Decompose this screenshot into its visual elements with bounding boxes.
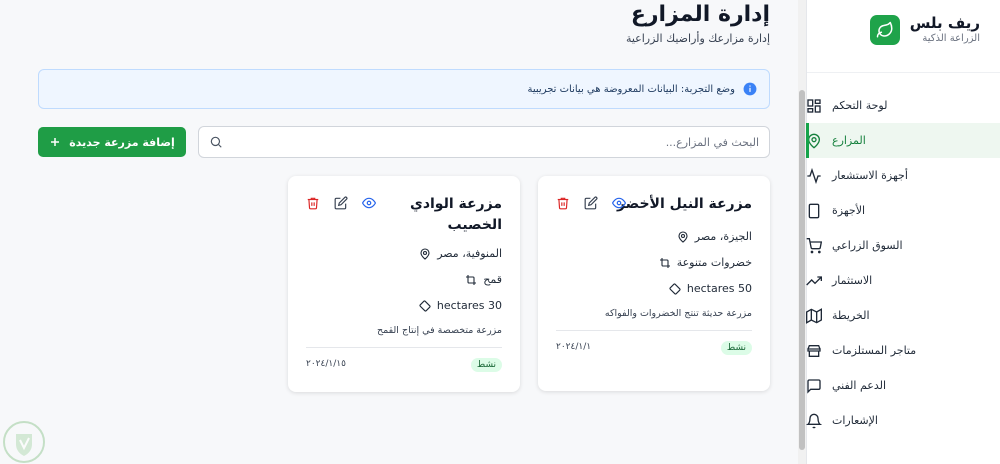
add-farm-label: إضافة مزرعة جديدة bbox=[69, 135, 175, 149]
edit-icon[interactable] bbox=[334, 196, 348, 210]
cart-icon bbox=[806, 237, 822, 254]
bell-icon bbox=[806, 413, 822, 429]
card-actions bbox=[306, 196, 376, 210]
sidebar-item-label: الاستثمار bbox=[832, 274, 873, 287]
sidebar-item-dashboard[interactable]: لوحة التحكم bbox=[806, 88, 1000, 123]
sidebar-item-stores[interactable]: متاجر المستلزمات bbox=[806, 333, 1000, 368]
sidebar-item-support[interactable]: الدعم الفني bbox=[806, 368, 1000, 403]
sidebar-item-investment[interactable]: الاستثمار bbox=[806, 263, 1000, 298]
ruler-icon bbox=[419, 299, 431, 312]
sidebar-item-label: الدعم الفني bbox=[832, 379, 887, 392]
divider bbox=[556, 330, 752, 331]
page-subtitle: إدارة مزارعك وأراضيك الزراعية bbox=[625, 32, 770, 45]
search-icon[interactable] bbox=[209, 135, 223, 149]
status-badge: نشط bbox=[720, 341, 752, 355]
farm-name: مزرعة النيل الأخضر bbox=[616, 196, 752, 212]
status-badge: نشط bbox=[470, 358, 502, 372]
search-box bbox=[198, 126, 770, 158]
sidebar-item-sensors[interactable]: أجهزة الاستشعار bbox=[806, 158, 1000, 193]
sidebar-nav: لوحة التحكم المزارع أجهزة الاستشعار الأج… bbox=[806, 88, 1000, 438]
card-actions bbox=[556, 196, 626, 210]
farm-area-row: hectares 30 bbox=[419, 299, 502, 312]
farm-card[interactable]: مزرعة النيل الأخضر الجيزة، مصر خضروات مت… bbox=[538, 176, 770, 391]
sidebar-item-devices[interactable]: الأجهزة bbox=[806, 193, 1000, 228]
edit-icon[interactable] bbox=[584, 196, 598, 210]
info-icon bbox=[743, 82, 757, 96]
crop-icon bbox=[659, 257, 671, 269]
main-content: إدارة المزارع إدارة مزارعك وأراضيك الزرا… bbox=[0, 0, 797, 464]
farm-location-row: المنوفية، مصر bbox=[419, 247, 502, 260]
sidebar-scrollbar[interactable] bbox=[798, 0, 806, 464]
sidebar-item-farms[interactable]: المزارع bbox=[806, 123, 1000, 158]
map-pin-icon bbox=[806, 133, 822, 149]
view-icon[interactable] bbox=[362, 196, 376, 210]
farm-location: المنوفية، مصر bbox=[437, 247, 502, 260]
farm-crop: قمح bbox=[483, 273, 502, 286]
delete-icon[interactable] bbox=[306, 196, 320, 210]
farm-description: مزرعة حديثة تنتج الخضروات والفواكه bbox=[604, 308, 752, 319]
demo-mode-alert: وضع التجربة: البيانات المعروضة هي بيانات… bbox=[38, 69, 770, 109]
farm-location-row: الجيزة، مصر bbox=[677, 230, 752, 243]
sidebar-item-map[interactable]: الخريطة bbox=[806, 298, 1000, 333]
sidebar-item-label: الأجهزة bbox=[832, 204, 866, 217]
sidebar-item-label: السوق الزراعي bbox=[832, 239, 903, 252]
leaf-icon bbox=[869, 15, 900, 45]
brand-title: ريف بلس bbox=[909, 14, 980, 32]
farm-crop: خضروات متنوعة bbox=[676, 256, 752, 269]
sidebar-item-label: لوحة التحكم bbox=[832, 99, 888, 112]
brand[interactable]: ريف بلس الزراعة الذكية bbox=[869, 14, 980, 46]
dashboard-icon bbox=[806, 98, 822, 114]
sidebar-item-label: أجهزة الاستشعار bbox=[832, 169, 908, 182]
map-pin-icon bbox=[419, 247, 431, 260]
plus-icon bbox=[49, 136, 61, 148]
farm-name: مزرعة الوادي الخصيب bbox=[409, 196, 502, 233]
farm-crop-row: خضروات متنوعة bbox=[659, 256, 752, 269]
map-icon bbox=[806, 307, 822, 324]
activity-icon bbox=[806, 167, 822, 184]
map-pin-icon bbox=[677, 230, 689, 243]
farm-date: ٢٠٢٤/١/١٥ bbox=[306, 359, 346, 369]
farm-area: hectares 30 bbox=[436, 299, 502, 312]
trending-up-icon bbox=[806, 273, 822, 289]
farm-area: hectares 50 bbox=[686, 282, 752, 295]
sidebar-item-label: المزارع bbox=[832, 134, 866, 147]
sidebar-item-label: الخريطة bbox=[832, 309, 870, 322]
sidebar-item-notifications[interactable]: الإشعارات bbox=[806, 403, 1000, 438]
ruler-icon bbox=[669, 282, 681, 295]
divider bbox=[306, 347, 502, 348]
sidebar: ريف بلس الزراعة الذكية لوحة التحكم المزا… bbox=[798, 0, 1000, 464]
sidebar-item-label: الإشعارات bbox=[832, 414, 878, 427]
watermark-logo bbox=[2, 420, 46, 464]
delete-icon[interactable] bbox=[556, 196, 570, 210]
farm-area-row: hectares 50 bbox=[669, 282, 752, 295]
page-title: إدارة المزارع bbox=[630, 2, 770, 27]
alert-text: وضع التجربة: البيانات المعروضة هي بيانات… bbox=[527, 83, 735, 95]
farm-card[interactable]: مزرعة الوادي الخصيب المنوفية، مصر قمح he… bbox=[288, 176, 520, 392]
scrollbar-thumb[interactable] bbox=[799, 90, 805, 450]
sidebar-item-market[interactable]: السوق الزراعي bbox=[806, 228, 1000, 263]
view-icon[interactable] bbox=[612, 196, 626, 210]
search-input[interactable] bbox=[227, 135, 759, 149]
chat-icon bbox=[806, 378, 822, 394]
farm-crop-row: قمح bbox=[465, 273, 502, 286]
crop-icon bbox=[465, 274, 477, 286]
store-icon bbox=[806, 343, 822, 359]
divider bbox=[807, 72, 1000, 73]
farm-description: مزرعة متخصصة في إنتاج القمح bbox=[376, 325, 502, 336]
sidebar-item-label: متاجر المستلزمات bbox=[832, 344, 917, 357]
brand-subtitle: الزراعة الذكية bbox=[922, 33, 980, 44]
farm-date: ٢٠٢٤/١/١ bbox=[556, 342, 592, 352]
device-icon bbox=[806, 203, 822, 219]
farm-location: الجيزة، مصر bbox=[694, 230, 752, 243]
add-farm-button[interactable]: إضافة مزرعة جديدة bbox=[38, 127, 186, 157]
